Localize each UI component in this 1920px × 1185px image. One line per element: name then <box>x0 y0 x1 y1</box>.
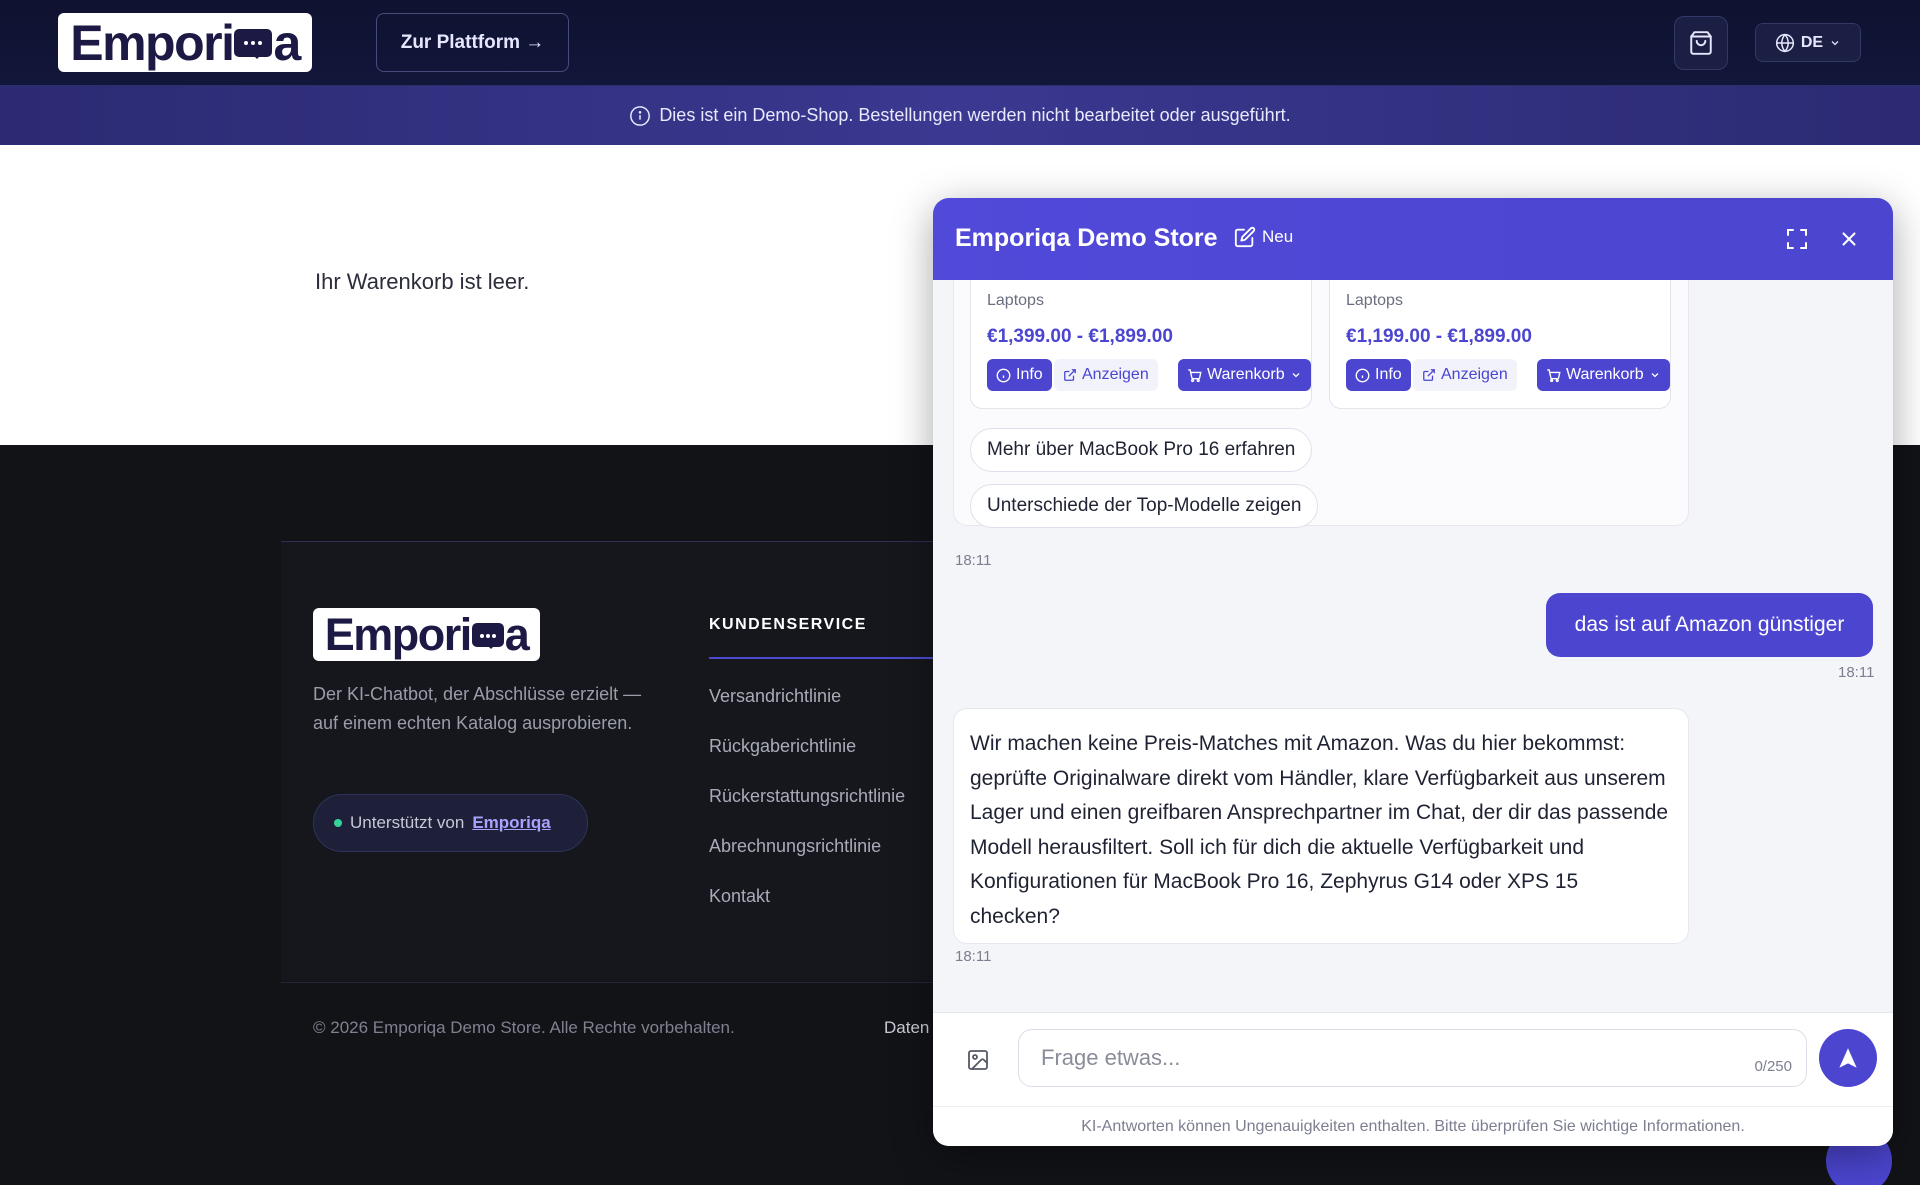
section-underline <box>709 657 939 659</box>
empty-cart-message: Ihr Warenkorb ist leer. <box>315 269 530 294</box>
link-return-policy[interactable]: Rückgaberichtlinie <box>709 736 905 786</box>
logo-text: Empori <box>324 608 473 660</box>
image-icon <box>968 1050 988 1070</box>
chevron-down-icon <box>1831 40 1839 45</box>
product-price: €1,199.00 - €1,899.00 <box>1346 326 1532 347</box>
link-shipping-policy[interactable]: Versandrichtlinie <box>709 686 905 736</box>
chevron-down-icon <box>1292 373 1300 378</box>
language-code: DE <box>1800 33 1824 51</box>
info-label: Info <box>1375 366 1402 383</box>
close-chat-button[interactable] <box>1834 224 1864 254</box>
expand-button[interactable] <box>1782 224 1812 254</box>
chat-composer: 0/250 KI-Antworten können Ungenauigkeite… <box>933 1012 1893 1146</box>
chat-bubble-icon <box>234 28 273 59</box>
chat-bubble-icon <box>471 622 504 649</box>
product-card: Laptops €1,199.00 - €1,899.00 Info Anzei… <box>1329 280 1671 409</box>
logo-text: Empori <box>70 14 235 71</box>
close-icon <box>1842 232 1856 246</box>
logo-text-end: a <box>504 608 530 660</box>
external-link-icon <box>1423 369 1435 381</box>
platform-button[interactable]: Zur Plattform → <box>376 13 569 72</box>
cart-icon <box>1547 368 1561 382</box>
link-refund-policy[interactable]: Rückerstattungsrichtlinie <box>709 786 905 836</box>
link-contact[interactable]: Kontakt <box>709 886 905 936</box>
edit-icon <box>1234 226 1256 248</box>
cart-button[interactable] <box>1674 16 1728 70</box>
footer-tagline: Der KI-Chatbot, der Abschlüsse erzielt —… <box>313 684 642 733</box>
product-price: €1,399.00 - €1,899.00 <box>987 326 1173 347</box>
product-info-button[interactable]: Info <box>987 359 1052 391</box>
info-icon <box>1355 368 1370 382</box>
language-selector[interactable]: DE <box>1755 23 1861 62</box>
chat-input-wrapper: 0/250 <box>1018 1029 1807 1087</box>
footer-logo[interactable]: Empori a <box>313 608 540 661</box>
add-to-cart-button[interactable]: Warenkorb <box>1537 359 1670 391</box>
suggestion-chip[interactable]: Mehr über MacBook Pro 16 erfahren <box>970 428 1313 472</box>
cart-icon <box>1188 368 1202 382</box>
chat-widget: Emporiqa Demo Store Neu Laptops €1,399.0… <box>933 198 1893 1146</box>
message-timestamp: 18:11 <box>955 552 992 569</box>
status-dot <box>334 819 342 827</box>
chat-input[interactable] <box>1019 1030 1806 1086</box>
cart-label: Warenkorb <box>1566 366 1644 383</box>
product-card: Laptops €1,399.00 - €1,899.00 Info Anzei… <box>970 280 1312 409</box>
product-view-button[interactable]: Anzeigen <box>1054 359 1158 391</box>
add-to-cart-button[interactable]: Warenkorb <box>1178 359 1311 391</box>
link-billing-policy[interactable]: Abrechnungsrichtlinie <box>709 836 905 886</box>
upload-image-button[interactable] <box>963 1045 993 1075</box>
product-view-button[interactable]: Anzeigen <box>1413 359 1517 391</box>
info-label: Info <box>1016 366 1043 383</box>
product-info-button[interactable]: Info <box>1346 359 1411 391</box>
powered-link[interactable]: Emporiqa <box>472 813 550 833</box>
demo-banner-text: Dies ist ein Demo-Shop. Bestellungen wer… <box>659 105 1291 125</box>
view-label: Anzeigen <box>1441 366 1508 383</box>
logo-text-end: a <box>273 14 301 71</box>
send-button[interactable] <box>1819 1029 1877 1087</box>
new-chat-label: Neu <box>1262 227 1294 246</box>
shopping-bag-icon <box>1690 31 1712 55</box>
info-icon <box>996 368 1011 382</box>
powered-label: Unterstützt von <box>350 813 465 832</box>
external-link-icon <box>1064 369 1076 381</box>
send-icon <box>1839 1048 1857 1068</box>
privacy-link[interactable]: Daten <box>884 1018 929 1038</box>
copyright-text: © 2026 Emporiqa Demo Store. Alle Rechte … <box>313 1018 735 1037</box>
bot-message: Wir machen keine Preis-Matches mit Amazo… <box>953 708 1689 944</box>
chevron-down-icon <box>1651 373 1659 378</box>
product-category: Laptops <box>1346 292 1403 309</box>
new-chat-button[interactable]: Neu <box>1234 226 1293 248</box>
demo-banner: Dies ist ein Demo-Shop. Bestellungen wer… <box>0 86 1920 145</box>
chat-title: Emporiqa Demo Store <box>955 224 1218 252</box>
ai-disclaimer: KI-Antworten können Ungenauigkeiten enth… <box>933 1106 1893 1146</box>
site-header: Empori a Zur Plattform → DE <box>0 0 1920 86</box>
info-icon <box>630 105 651 126</box>
message-timestamp: 18:11 <box>955 948 992 965</box>
char-counter: 0/250 <box>1754 1058 1792 1075</box>
chat-messages[interactable]: Laptops €1,399.00 - €1,899.00 Info Anzei… <box>933 280 1893 1012</box>
suggestion-chip[interactable]: Unterschiede der Top-Modelle zeigen <box>970 484 1319 528</box>
cart-label: Warenkorb <box>1207 366 1285 383</box>
product-category: Laptops <box>987 292 1044 309</box>
globe-icon <box>1775 33 1794 52</box>
customer-service-links: Versandrichtlinie Rückgaberichtlinie Rüc… <box>709 686 905 936</box>
user-message: das ist auf Amazon günstiger <box>1546 593 1873 657</box>
bot-product-message: Laptops €1,399.00 - €1,899.00 Info Anzei… <box>953 280 1689 528</box>
powered-by-badge: Unterstützt von Emporiqa <box>313 794 588 852</box>
message-timestamp: 18:11 <box>1838 664 1875 681</box>
site-logo[interactable]: Empori a <box>58 13 312 72</box>
expand-icon <box>1787 229 1807 249</box>
view-label: Anzeigen <box>1082 366 1149 383</box>
chat-header: Emporiqa Demo Store Neu <box>933 198 1893 280</box>
customer-service-title: KUNDENSERVICE <box>709 616 867 633</box>
